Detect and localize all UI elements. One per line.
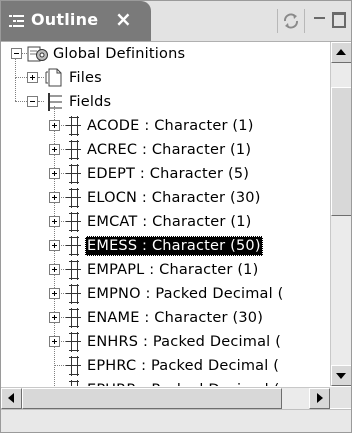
outline-icon [9,13,25,29]
arrow-up-icon [336,49,346,55]
expand-icon[interactable] [27,72,38,83]
vertical-scroll-thumb[interactable] [331,87,351,216]
tree-connector [15,58,16,78]
tree-row-field[interactable]: ACODE : Character (1) [1,114,329,138]
tree-label: EMPNO : Packed Decimal ( [87,286,284,302]
tree-row-global-definitions[interactable]: Global Definitions [1,42,329,66]
horizontal-scroll-thumb[interactable] [22,388,283,409]
tree-label: ENHRS : Packed Decimal ( [87,334,282,350]
link-with-editor-button[interactable] [277,9,305,33]
minimize-icon[interactable] [313,11,327,27]
global-definitions-icon [27,46,48,62]
field-icon [65,284,81,304]
tree-row-field[interactable]: ENAME : Character (30) [1,306,329,330]
expand-icon[interactable] [49,312,60,323]
field-icon [65,188,81,208]
scroll-down-button[interactable] [331,365,351,386]
expand-icon[interactable] [49,336,60,347]
tree-row-field[interactable]: EMCAT : Character (1) [1,210,329,234]
expand-icon[interactable] [49,240,60,251]
tree-connector [15,77,16,101]
collapse-icon[interactable] [27,96,38,107]
field-icon [65,380,81,386]
tree-label: ELOCN : Character (30) [87,190,261,206]
vertical-scrollbar[interactable] [330,42,351,386]
tab-title: Outline [31,10,99,29]
arrow-left-icon [8,393,14,403]
tree-label: ACREC : Character (1) [87,142,252,158]
expand-icon[interactable] [49,264,60,275]
tree-row-fields[interactable]: Fields [1,90,329,114]
link-with-editor-icon [284,13,298,29]
tree-row-field[interactable]: ACREC : Character (1) [1,138,329,162]
tree-label: EDEPT : Character (5) [87,166,250,182]
scroll-up-button[interactable] [331,42,351,63]
tree-connector [15,77,27,78]
view-footer [1,409,351,432]
tree-label: EPURR : Packed Decimal ( [85,380,282,386]
tree-row-field[interactable]: EDEPT : Character (5) [1,162,329,186]
tree-row-field[interactable]: ENHRS : Packed Decimal ( [1,330,329,354]
tree-row-field[interactable]: EPHRC : Packed Decimal ( [1,354,329,378]
close-icon[interactable]: × [115,7,132,31]
field-icon [65,332,81,352]
field-icon [65,236,81,256]
expand-icon[interactable] [49,288,60,299]
tree-label: Fields [69,94,112,110]
field-icon [65,212,81,232]
arrow-down-icon [336,373,346,379]
tree-row-field[interactable]: ELOCN : Character (30) [1,186,329,210]
horizontal-scrollbar[interactable] [1,387,330,409]
tree-label-selected: EMESS : Character (50) [85,236,263,256]
expand-icon[interactable] [49,192,60,203]
outline-tab[interactable]: Outline × [1,1,151,41]
outline-view: Outline × Global Definitions Files Field… [0,0,352,433]
files-icon [45,68,62,87]
tree-label: Files [69,70,102,86]
tree-row-field[interactable]: EMESS : Character (50) [1,234,329,258]
tree-row-field[interactable]: EMPAPL : Character (1) [1,258,329,282]
tree-label: Global Definitions [53,46,186,62]
tree-row-field[interactable]: EPURR : Packed Decimal ( [1,378,329,386]
tree-row-files[interactable]: Files [1,66,329,90]
tree-connector [15,101,27,102]
field-icon [65,116,81,136]
collapse-icon[interactable] [11,48,22,59]
field-icon [65,140,81,160]
expand-icon[interactable] [49,144,60,155]
field-icon [65,356,81,376]
tree-label: ENAME : Character (30) [87,310,264,326]
field-icon [65,308,81,328]
arrow-right-icon [317,393,323,403]
view-toolbar: Outline × [1,1,351,42]
field-icon [65,260,81,280]
tree-label: EPHRC : Packed Decimal ( [87,358,280,374]
tree-row-field[interactable]: EMPNO : Packed Decimal ( [1,282,329,306]
tree-label: EMPAPL : Character (1) [87,262,259,278]
scroll-left-button[interactable] [1,388,22,409]
scrollbar-corner [330,387,351,408]
expand-icon[interactable] [49,216,60,227]
expand-icon[interactable] [49,120,60,131]
expand-icon[interactable] [49,168,60,179]
scroll-right-button[interactable] [309,388,330,409]
field-icon [65,164,81,184]
outline-tree[interactable]: Global Definitions Files Fields ACODE: … [1,42,329,386]
tree-label: ACODE : Character (1) [87,118,254,134]
maximize-icon[interactable] [332,12,346,28]
tree-label: EMCAT : Character (1) [87,214,252,230]
